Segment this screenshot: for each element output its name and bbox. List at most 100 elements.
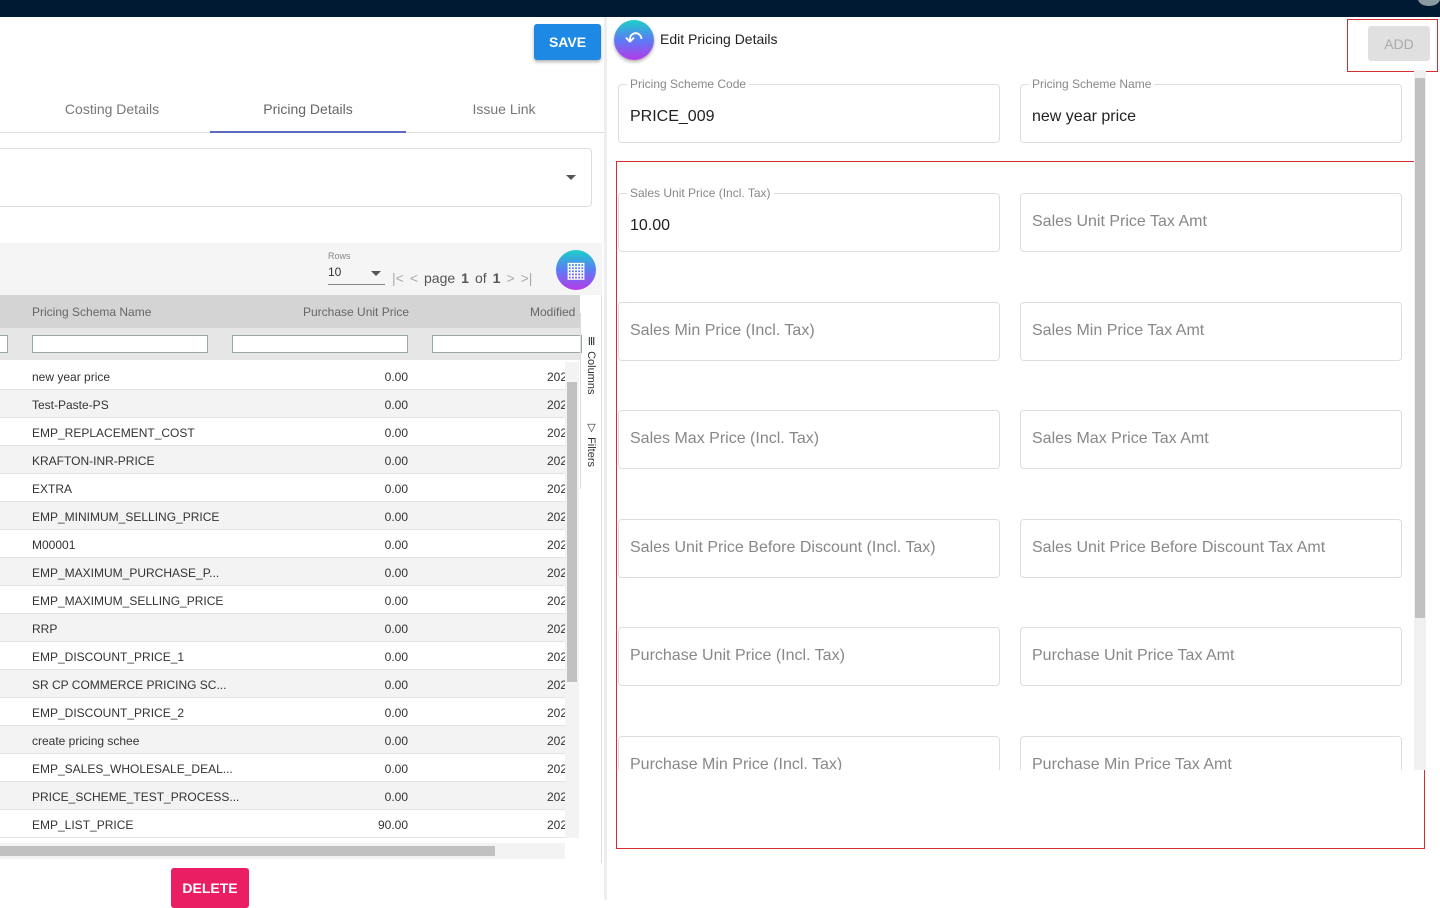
grid-header: Pricing Schema Name Purchase Unit Price … <box>0 295 580 328</box>
cell-name: create pricing schee <box>32 734 140 748</box>
rows-per-page-select[interactable]: 10 <box>328 265 385 285</box>
table-row[interactable]: PRICE_SCHEME_TEST_PROCESS... 0.00 202 <box>0 782 565 810</box>
next-page-icon[interactable]: > <box>506 270 514 286</box>
table-row[interactable]: M00001 0.00 202 <box>0 530 565 558</box>
cell-name: EMP_LIST_PRICE <box>32 818 134 832</box>
columns-label: Columns <box>585 351 597 395</box>
cell-name: SR CP COMMERCE PRICING SC... <box>32 678 227 692</box>
cell-price: 0.00 <box>384 706 408 720</box>
vertical-scrollbar[interactable] <box>565 362 579 838</box>
table-row[interactable]: EMP_MINIMUM_SELLING_PRICE 0.00 202 <box>0 502 565 530</box>
last-page-icon[interactable]: >| <box>521 270 533 286</box>
table-row[interactable]: RRP 0.00 202 <box>0 614 565 642</box>
tab-costing-details[interactable]: Costing Details <box>14 93 210 133</box>
table-row[interactable]: EMP_MAXIMUM_SELLING_PRICE 0.00 202 <box>0 586 565 614</box>
rows-value: 10 <box>328 265 342 279</box>
first-page-icon[interactable]: |< <box>392 270 404 286</box>
cell-name: PRICE_SCHEME_TEST_PROCESS... <box>32 790 240 804</box>
cell-modified: 202 <box>547 454 565 468</box>
cell-price: 0.00 <box>384 622 408 636</box>
filter-price-input[interactable] <box>232 335 408 353</box>
filters-label: Filters <box>585 437 597 468</box>
grid-toolbar: Rows 10 |< < page 1 of 1 > >| ▦ <box>0 243 602 295</box>
chevron-down-icon <box>371 271 381 276</box>
pricing-grid: Rows 10 |< < page 1 of 1 > >| ▦ Pricing … <box>0 243 602 863</box>
pricing-scheme-name-field[interactable]: Pricing Scheme Name new year price <box>1020 77 1402 143</box>
table-row[interactable]: EMP_SALES_WHOLESALE_DEAL... 0.00 202 <box>0 754 565 782</box>
chevron-down-icon <box>566 175 576 180</box>
cell-modified: 202 <box>547 398 565 412</box>
grid-view-button[interactable]: ▦ <box>556 250 596 290</box>
cell-name: M00001 <box>32 538 76 552</box>
add-highlight: ADD <box>1347 19 1438 72</box>
field-value: PRICE_009 <box>630 108 715 125</box>
field-label: Pricing Scheme Name <box>1029 77 1155 91</box>
table-row[interactable]: EMP_DISCOUNT_PRICE_1 0.00 202 <box>0 642 565 670</box>
filter-modified-input[interactable] <box>432 335 582 353</box>
filter-name-input[interactable] <box>32 335 208 353</box>
cell-modified: 202 <box>547 790 565 804</box>
total-pages: 1 <box>492 270 501 286</box>
cell-name: EMP_SALES_WHOLESALE_DEAL... <box>32 762 233 776</box>
table-row[interactable]: KRAFTON-INR-PRICE 0.00 202 <box>0 446 565 474</box>
of-word: of <box>474 270 487 286</box>
cell-price: 0.00 <box>384 538 408 552</box>
pricing-scheme-code-field[interactable]: Pricing Scheme Code PRICE_009 <box>618 77 1000 143</box>
cell-modified: 202 <box>547 818 565 832</box>
cell-price: 0.00 <box>384 566 408 580</box>
columns-tab[interactable]: Ⅲ Columns <box>585 335 598 394</box>
filter-row <box>0 328 582 360</box>
table-row[interactable]: EXTRA 0.00 202 <box>0 474 565 502</box>
edit-pricing-panel: ↶ Edit Pricing Details ADD Pricing Schem… <box>607 17 1440 900</box>
save-button[interactable]: SAVE <box>534 24 601 60</box>
horizontal-scrollbar[interactable] <box>0 843 565 859</box>
table-row[interactable]: EMP_LIST_PRICE 90.00 202 <box>0 810 565 838</box>
table-row[interactable]: SR CP COMMERCE PRICING SC... 0.00 202 <box>0 670 565 698</box>
table-row[interactable]: Test-Paste-PS 0.00 202 <box>0 390 565 418</box>
cell-modified: 202 <box>547 706 565 720</box>
cell-name: EMP_MAXIMUM_SELLING_PRICE <box>32 594 224 608</box>
col-modified[interactable]: Modified <box>530 305 575 319</box>
cell-price: 0.00 <box>384 762 408 776</box>
cell-name: EMP_MINIMUM_SELLING_PRICE <box>32 510 220 524</box>
cell-price: 0.00 <box>384 370 408 384</box>
delete-button[interactable]: DELETE <box>171 868 249 908</box>
side-panel: Ⅲ Columns ▽ Filters <box>580 313 602 489</box>
tab-pricing-details[interactable]: Pricing Details <box>210 93 406 133</box>
cell-price: 0.00 <box>384 678 408 692</box>
cell-modified: 202 <box>547 594 565 608</box>
tab-bar: Costing Details Pricing Details Issue Li… <box>0 93 604 133</box>
filter-input[interactable] <box>0 335 8 353</box>
user-avatar[interactable] <box>1418 0 1440 6</box>
cell-price: 0.00 <box>384 454 408 468</box>
rows-label: Rows <box>328 251 351 261</box>
filters-tab[interactable]: ▽ Filters <box>585 421 598 467</box>
col-purchase-unit-price[interactable]: Purchase Unit Price <box>303 305 409 319</box>
cell-price: 0.00 <box>384 650 408 664</box>
table-row[interactable]: new year price 0.00 202 <box>0 362 565 390</box>
cell-modified: 202 <box>547 678 565 692</box>
back-button[interactable]: ↶ <box>614 20 654 60</box>
cell-modified: 202 <box>547 510 565 524</box>
cell-name: KRAFTON-INR-PRICE <box>32 454 155 468</box>
field-label: Pricing Scheme Code <box>627 77 750 91</box>
cell-modified: 202 <box>547 650 565 664</box>
form-scrollbar[interactable] <box>1414 70 1426 770</box>
add-button[interactable]: ADD <box>1368 26 1430 61</box>
tab-issue-link[interactable]: Issue Link <box>406 93 602 133</box>
col-pricing-schema-name[interactable]: Pricing Schema Name <box>32 305 151 319</box>
panel-title: Edit Pricing Details <box>660 31 778 47</box>
cell-price: 0.00 <box>384 510 408 524</box>
cell-price: 0.00 <box>384 398 408 412</box>
table-row[interactable]: create pricing schee 0.00 202 <box>0 726 565 754</box>
cell-name: RRP <box>32 622 58 636</box>
pricing-list-panel: SAVE Costing Details Pricing Details Iss… <box>0 17 604 908</box>
pricing-select[interactable] <box>0 148 592 207</box>
table-row[interactable]: EMP_DISCOUNT_PRICE_2 0.00 202 <box>0 698 565 726</box>
prev-page-icon[interactable]: < <box>410 270 418 286</box>
field-value: new year price <box>1032 108 1137 125</box>
cell-modified: 202 <box>547 426 565 440</box>
table-row[interactable]: EMP_MAXIMUM_PURCHASE_P... 0.00 202 <box>0 558 565 586</box>
table-row[interactable]: EMP_REPLACEMENT_COST 0.00 202 <box>0 418 565 446</box>
cell-modified: 202 <box>547 622 565 636</box>
